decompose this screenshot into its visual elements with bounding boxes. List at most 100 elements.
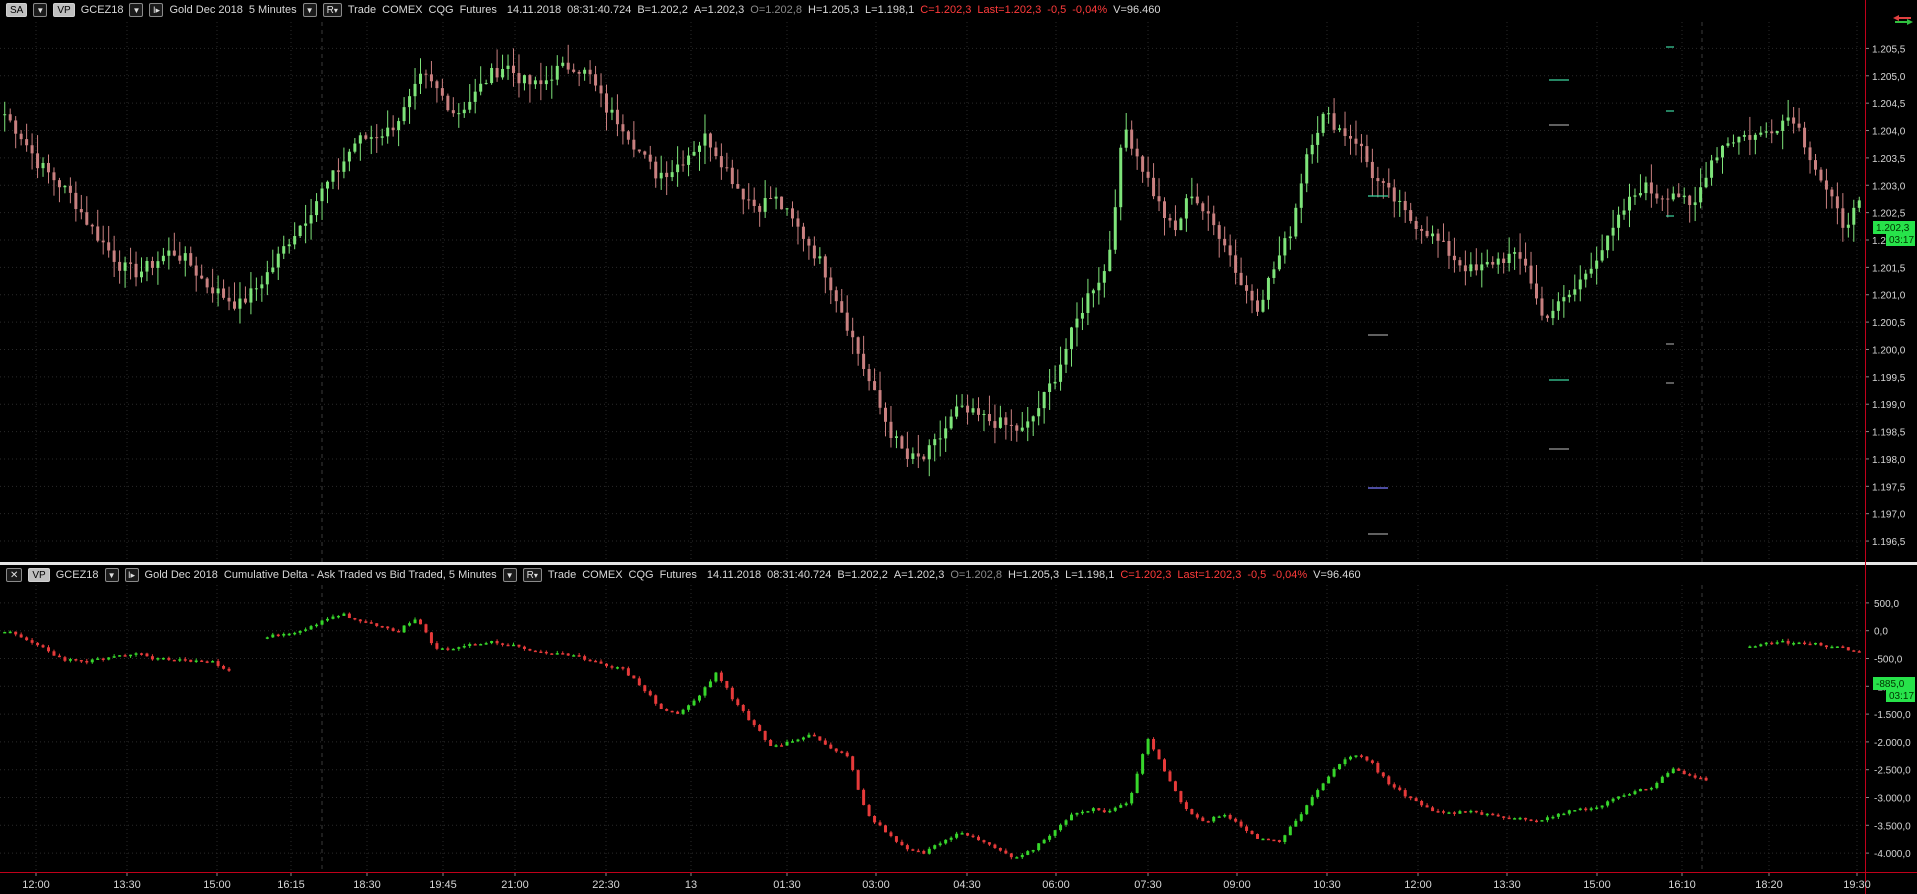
delta-candle-body [1009, 853, 1013, 858]
price-candle-body [265, 272, 269, 285]
price-candle-body [1638, 193, 1642, 196]
price-candle-body [982, 413, 986, 415]
delta-candle-body [1135, 773, 1139, 793]
price-candle-body [74, 192, 78, 210]
type-label-bottom: Futures [659, 569, 697, 581]
delta-candle-body [1556, 813, 1560, 817]
price-candle-body [977, 408, 980, 415]
price-candle-body [1753, 134, 1757, 140]
price-candle-body [900, 436, 904, 449]
chevron-down-icon: ▼ [132, 5, 141, 15]
delta-candle-body [320, 620, 324, 625]
r-button-bottom[interactable]: R ▾ [522, 568, 542, 582]
chevron-down-icon: ▼ [505, 570, 514, 580]
delta-candle-body [1409, 796, 1413, 799]
price-candle-body [1365, 146, 1369, 162]
price-candle-body [205, 278, 209, 288]
price-candle-body [670, 172, 674, 178]
delta-candle-body [1540, 820, 1544, 822]
interval-toggle-button[interactable]: I▸ [149, 3, 164, 17]
delta-candle-body [1611, 798, 1615, 802]
price-candle-body [654, 161, 658, 179]
delta-candle-body [1513, 818, 1517, 820]
symbol-dropdown-button-bottom[interactable]: ▼ [104, 568, 119, 582]
study-dropdown-button[interactable]: ▼ [502, 568, 517, 582]
delta-candle-body [944, 839, 948, 844]
price-candle-body [1332, 113, 1336, 130]
price-candle-body [1343, 128, 1347, 136]
sa-button[interactable]: SA [6, 3, 28, 17]
price-candle-body [172, 250, 176, 256]
price-chart[interactable]: 1.205,5 1.205,0 1.204,5 1.204,0 1.203,5 1.203… [0, 22, 1917, 562]
symbol-label[interactable]: GCEZ18 [81, 4, 124, 16]
price-candle-body [85, 212, 89, 225]
price-candle-body [36, 153, 40, 169]
price-candle-body [1452, 255, 1456, 261]
price-candle-body [386, 127, 390, 137]
sa-dropdown-button[interactable]: ▼ [33, 3, 48, 17]
price-candle-body [320, 188, 324, 202]
price-candle-body [1086, 293, 1090, 313]
vp-button-bottom[interactable]: VP [28, 568, 50, 582]
price-candle-body [304, 223, 308, 226]
price-candle-body [1688, 195, 1692, 206]
price-flag-value: 1.202,3 [1876, 223, 1910, 234]
interval-toggle-button-bottom[interactable]: I▸ [124, 568, 139, 582]
low-label: L=1.198,1 [865, 4, 915, 16]
price-candle-body [1589, 268, 1593, 274]
price-candle-body [63, 185, 67, 188]
time-axis[interactable]: 12:00 13:30 15:00 16:15 18:30 19:45 21:00 22:30… [0, 873, 1917, 894]
delta-axis-label: -2.000,0 [1874, 738, 1911, 749]
price-candle-body [1677, 193, 1681, 198]
symbol-label-bottom[interactable]: GCEZ18 [56, 569, 99, 581]
delta-candle-body [900, 841, 904, 846]
price-candle-body [626, 131, 630, 140]
price-candle-body [8, 114, 12, 121]
r-label: R [326, 4, 334, 16]
price-candle-body [1731, 142, 1735, 144]
price-candle-body [501, 68, 505, 78]
price-candle-body [955, 406, 959, 417]
price-axis: 1.205,5 1.205,0 1.204,5 1.204,0 1.203,5 1.203… [1865, 44, 1906, 548]
symbol-dropdown-button[interactable]: ▼ [129, 3, 144, 17]
price-candle-body [1458, 260, 1462, 266]
price-candle-body [971, 408, 975, 413]
price-axis-label: 1.199,5 [1872, 373, 1906, 384]
delta-candle-body [1283, 835, 1287, 842]
r-button[interactable]: R ▾ [322, 3, 342, 17]
delta-candle-body [1343, 759, 1347, 765]
price-candle-body [692, 151, 696, 156]
type-label: Futures [459, 4, 497, 16]
price-candle-body [1327, 113, 1331, 115]
time-axis-label: 13:30 [113, 879, 141, 891]
price-candle-body [889, 421, 893, 438]
delta-candle-body [1600, 805, 1604, 808]
price-candle-body [845, 312, 849, 331]
interval-dropdown-button[interactable]: ▼ [302, 3, 317, 17]
price-grid [0, 22, 1864, 562]
delta-candle-body [1649, 787, 1653, 790]
delta-candle-body [1266, 838, 1270, 841]
delta-chart[interactable]: 500,00,0-500,0-1.000,0-1.500,0-2.000,0-2… [0, 585, 1917, 872]
price-candle-body [1835, 196, 1839, 209]
price-candle-body [30, 145, 34, 154]
price-axis-label: 1.198,5 [1872, 428, 1906, 439]
price-candle-body [1097, 282, 1101, 291]
change-label-bottom: -0,5 [1247, 569, 1267, 581]
price-candle-body [1102, 271, 1106, 283]
delta-candle-body [112, 656, 116, 658]
price-candle-body [309, 215, 313, 224]
vp-button[interactable]: VP [53, 3, 75, 17]
delta-candle-body [1420, 801, 1424, 806]
delta-candle-body [566, 653, 570, 656]
delta-candle-body [971, 835, 975, 838]
price-candle-body [577, 71, 581, 74]
close-pane-button[interactable]: ✕ [6, 568, 23, 582]
last-label: Last=1.202,3 [977, 4, 1042, 16]
price-candle-body [1846, 224, 1850, 228]
price-candle-body [440, 88, 444, 96]
time-labels: 12:00 13:30 15:00 16:15 18:30 19:45 21:00 22:30… [22, 873, 1871, 891]
price-axis-label: 1.200,5 [1872, 318, 1906, 329]
delta-candle-body [998, 847, 1002, 851]
delta-candle-body [1638, 788, 1642, 792]
